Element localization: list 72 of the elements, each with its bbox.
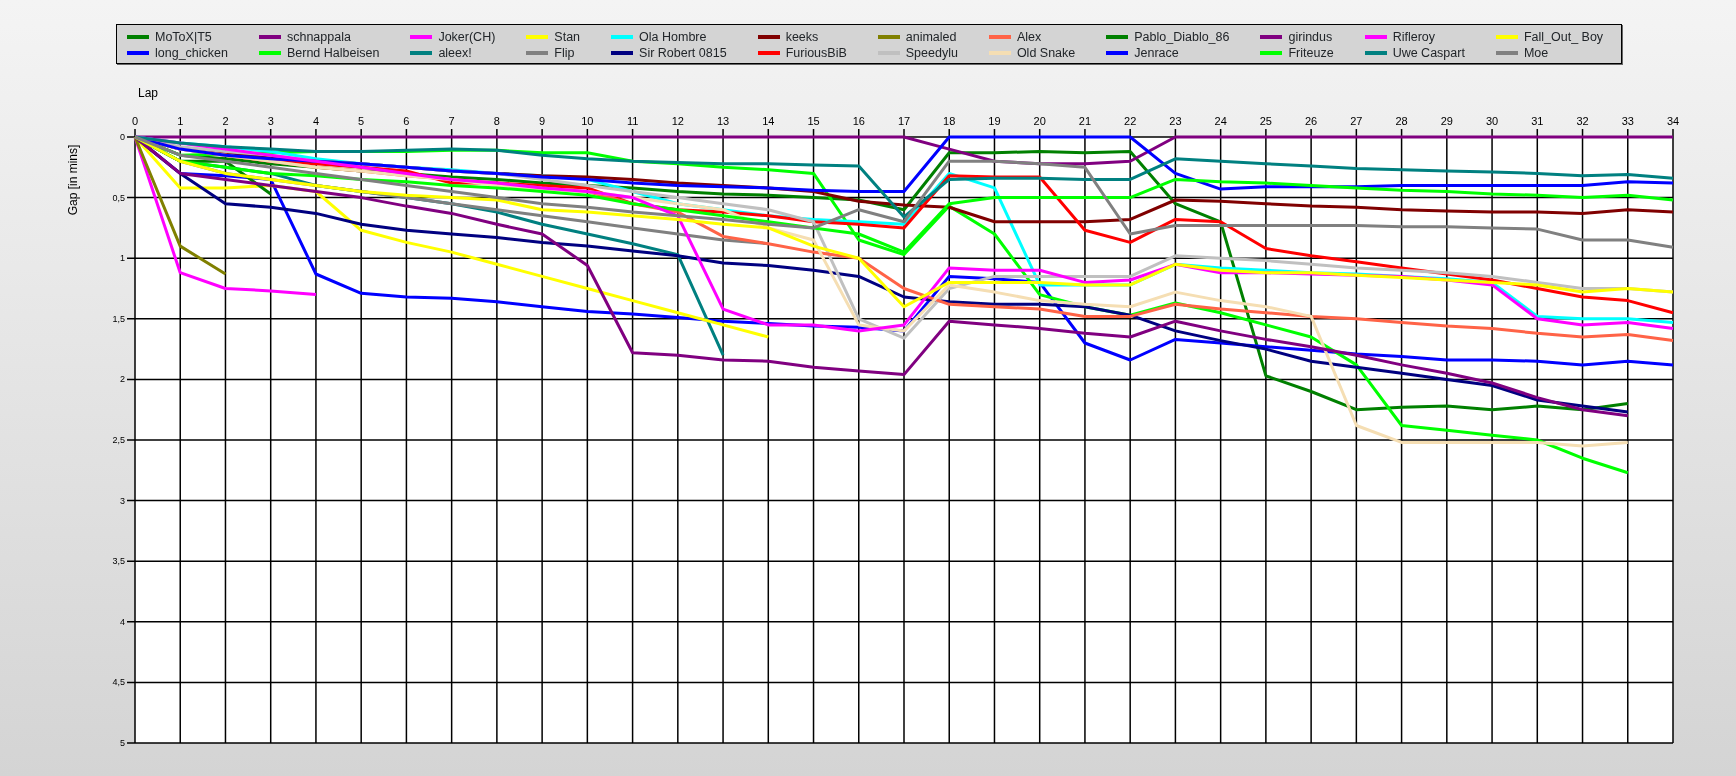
x-tick-label: 2 (222, 115, 229, 127)
y-tick-label: 3 (120, 495, 125, 506)
legend-label: keeks (785, 29, 819, 45)
x-tick-label: 19 (988, 115, 1001, 127)
legend-label: Old Snake (1016, 45, 1076, 61)
legend-label: Jenrace (1134, 45, 1179, 61)
y-tick-label: 1,5 (112, 313, 125, 324)
x-tick-label: 32 (1576, 115, 1589, 127)
legend-label: animaled (905, 29, 957, 45)
y-axis-title: Gap [in mins] (66, 144, 80, 216)
y-tick-label: 0 (120, 132, 125, 142)
legend-label: Speedylu (905, 45, 958, 61)
x-tick-label: 11 (626, 115, 639, 127)
x-tick-label: 4 (312, 115, 319, 127)
legend-label: Fall_Out_ Boy (1523, 29, 1604, 45)
x-tick-label: 10 (581, 115, 594, 127)
x-tick-label: 31 (1531, 115, 1544, 127)
x-tick-label: 33 (1621, 115, 1634, 127)
x-tick-label: 0 (131, 115, 139, 127)
y-tick-label: 2,5 (112, 435, 125, 445)
x-axis-title: Lap (138, 86, 159, 100)
legend-label: Stan (554, 29, 581, 45)
x-tick-label: 25 (1259, 115, 1272, 127)
legend-label: Alex (1016, 29, 1042, 45)
legend-label: Rifleroy (1392, 29, 1435, 45)
legend-label: MoToX|T5 (155, 29, 212, 45)
legend-label: Moe (1523, 45, 1549, 61)
x-tick-label: 23 (1169, 115, 1182, 127)
x-tick-label: 14 (762, 115, 775, 127)
x-tick-label: 21 (1078, 115, 1092, 127)
x-tick-label: 6 (403, 115, 410, 127)
legend-label: girindus (1288, 29, 1333, 45)
y-tick-label: 4 (120, 616, 125, 627)
legend-label: Friteuze (1288, 45, 1334, 61)
legend-label: long_chicken (155, 45, 228, 61)
legend-label: Uwe Caspart (1392, 45, 1465, 61)
x-tick-label: 16 (852, 115, 865, 127)
x-tick-label: 1 (177, 115, 184, 127)
legend-label: Bernd Halbeisen (286, 45, 380, 61)
legend-label: FuriousBiB (785, 45, 847, 61)
legend-label: Ola Hombre (639, 29, 707, 45)
x-tick-label: 34 (1666, 115, 1680, 127)
legend-label: Flip (554, 45, 575, 61)
x-tick-label: 5 (358, 115, 365, 127)
x-tick-label: 18 (943, 115, 956, 127)
x-tick-label: 9 (539, 115, 546, 127)
x-tick-label: 24 (1214, 115, 1227, 127)
x-tick-label: 17 (897, 115, 911, 127)
legend-label: aleex! (438, 45, 472, 61)
x-tick-label: 8 (493, 115, 500, 127)
y-tick-label: 1 (120, 253, 125, 264)
x-tick-label: 20 (1033, 115, 1046, 127)
x-tick-label: 22 (1124, 115, 1137, 127)
y-tick-label: 0,5 (112, 192, 125, 203)
x-tick-label: 27 (1350, 115, 1363, 127)
x-tick-label: 29 (1440, 115, 1453, 127)
x-tick-label: 3 (267, 115, 274, 127)
y-tick-label: 2 (120, 374, 125, 385)
x-tick-label: 30 (1485, 115, 1499, 127)
legend-label: Sir Robert 0815 (639, 45, 727, 61)
y-tick-label: 5 (120, 738, 125, 748)
legend-label: Joker(CH) (438, 29, 496, 45)
x-tick-label: 28 (1395, 115, 1408, 127)
x-tick-label: 13 (716, 115, 730, 127)
x-tick-label: 15 (807, 115, 820, 127)
y-tick-label: 3,5 (112, 556, 125, 567)
x-tick-label: 12 (671, 115, 684, 127)
legend-label: Pablo_Diablo_86 (1134, 29, 1230, 45)
x-tick-label: 7 (448, 115, 455, 127)
x-tick-label: 26 (1305, 115, 1318, 127)
y-tick-label: 4,5 (112, 677, 125, 688)
legend-label: schnappala (286, 29, 351, 45)
